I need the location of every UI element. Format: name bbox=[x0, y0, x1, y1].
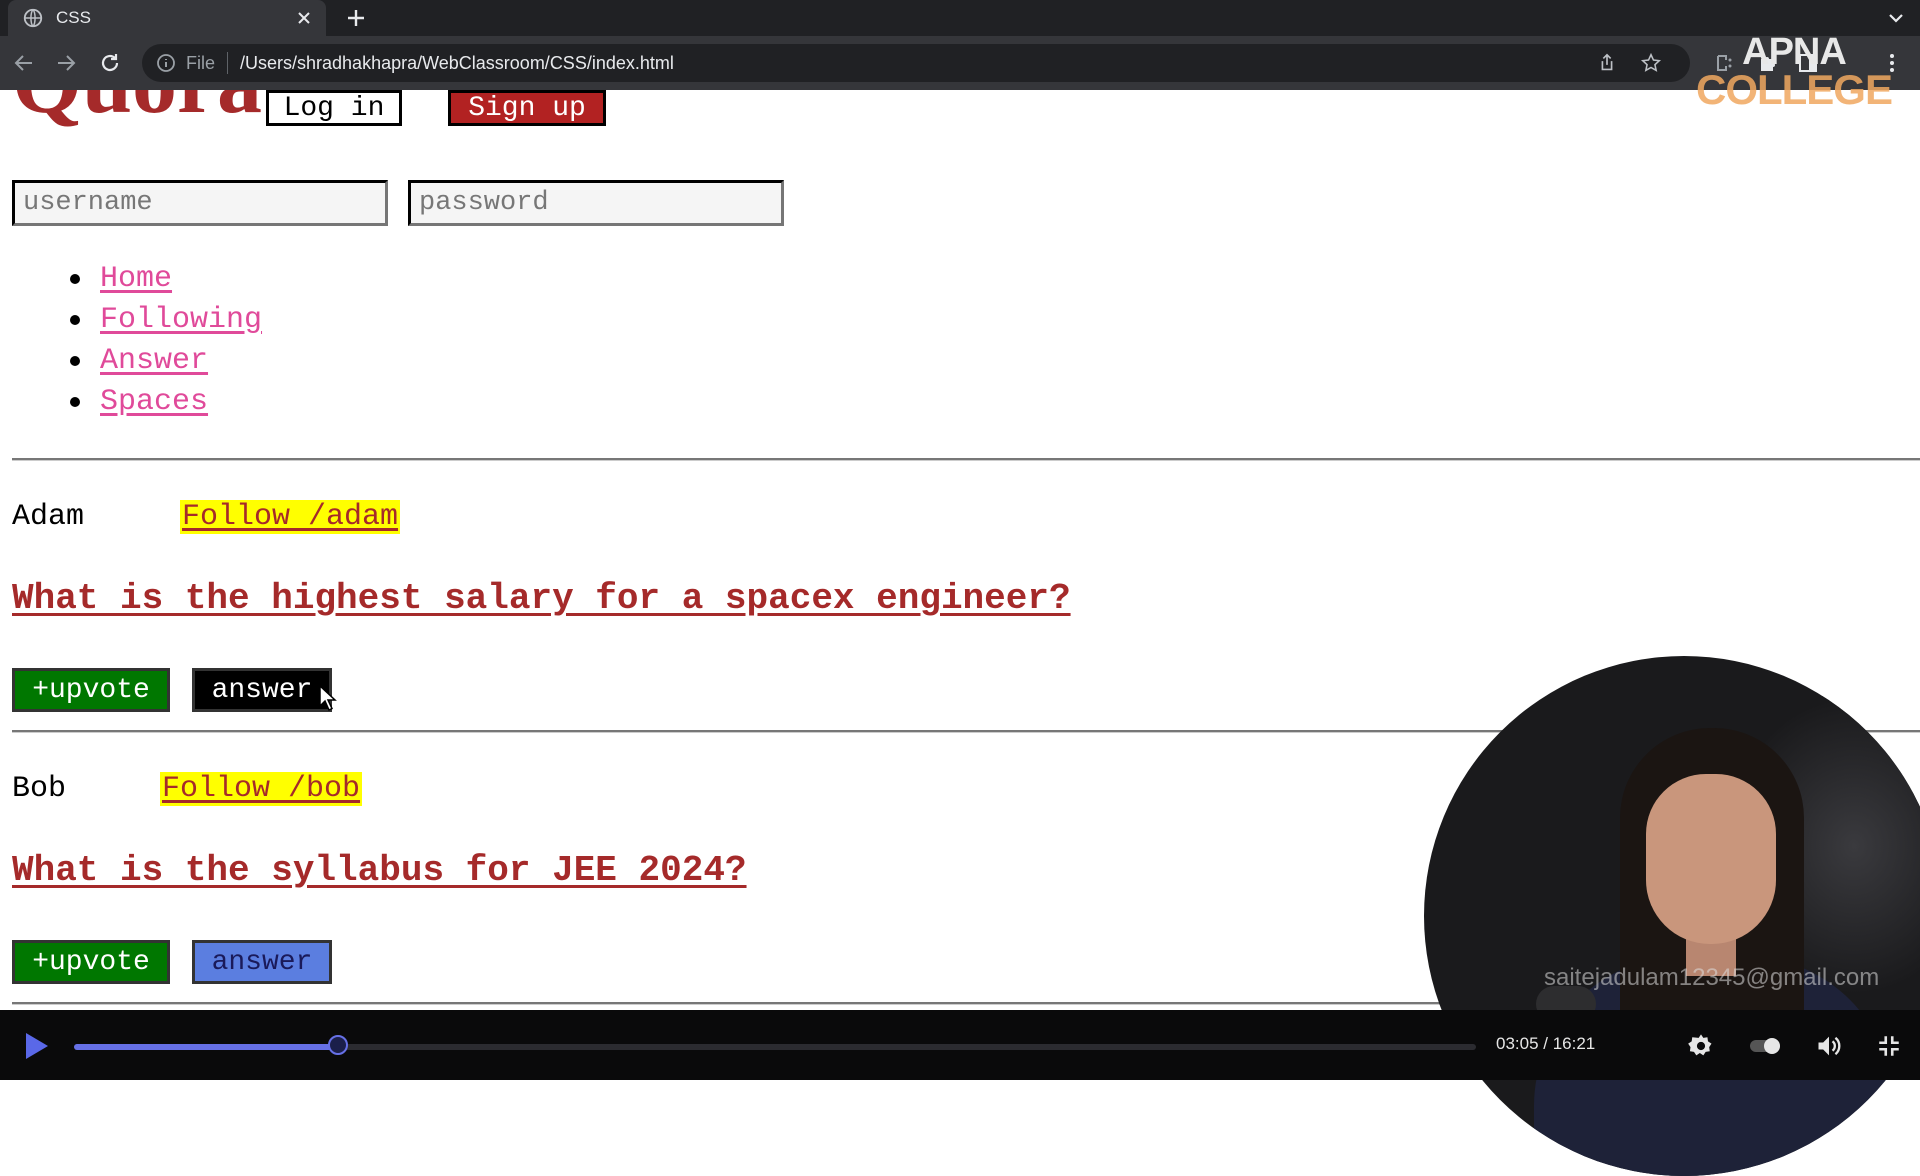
progress-fill bbox=[74, 1044, 339, 1050]
list-bullet bbox=[70, 314, 80, 325]
exit-fullscreen-icon[interactable] bbox=[1876, 1032, 1902, 1060]
play-icon[interactable] bbox=[20, 1030, 52, 1062]
question-link[interactable]: What is the syllabus for JEE 2024? bbox=[12, 850, 747, 891]
close-icon[interactable] bbox=[294, 8, 314, 28]
upvote-button[interactable]: +upvote bbox=[12, 940, 170, 984]
video-controls: 03:05 / 16:21 bbox=[0, 1010, 1920, 1080]
nav-item-answer: Answer bbox=[70, 340, 262, 381]
tab-title: CSS bbox=[56, 8, 91, 27]
time-display: 03:05 / 16:21 bbox=[1496, 1034, 1596, 1053]
info-icon[interactable] bbox=[156, 53, 176, 73]
answer-button[interactable]: answer bbox=[192, 940, 332, 984]
chevron-down-icon[interactable] bbox=[1886, 8, 1906, 28]
nav-link-following[interactable]: Following bbox=[100, 303, 262, 337]
nav-item-spaces: Spaces bbox=[70, 381, 262, 422]
star-icon[interactable] bbox=[1640, 52, 1662, 74]
share-icon[interactable] bbox=[1596, 52, 1618, 74]
quora-logo: Quora bbox=[12, 90, 262, 128]
login-button[interactable]: Log in bbox=[266, 90, 402, 126]
plus-icon[interactable] bbox=[344, 6, 368, 30]
email-watermark: saitejadulam12345@gmail.com bbox=[1544, 964, 1880, 991]
mouse-cursor-icon bbox=[319, 684, 337, 712]
divider bbox=[12, 458, 1920, 461]
volume-icon[interactable] bbox=[1814, 1032, 1844, 1060]
browser-tab-bar: CSS bbox=[0, 0, 1920, 36]
username-input[interactable] bbox=[12, 180, 388, 226]
presenter-webcam bbox=[1424, 656, 1920, 1176]
address-bar[interactable]: File /Users/shradhakhapra/WebClassroom/C… bbox=[142, 44, 1690, 82]
presenter-face bbox=[1646, 774, 1776, 944]
tab-css[interactable]: CSS bbox=[8, 0, 326, 36]
globe-icon bbox=[23, 8, 43, 28]
gear-icon[interactable] bbox=[1686, 1032, 1716, 1060]
signup-button[interactable]: Sign up bbox=[448, 90, 606, 126]
address-url[interactable]: /Users/shradhakhapra/WebClassroom/CSS/in… bbox=[240, 53, 674, 74]
upvote-button[interactable]: +upvote bbox=[12, 668, 170, 712]
address-scheme: File bbox=[186, 52, 216, 73]
nav-link-home[interactable]: Home bbox=[100, 262, 172, 296]
nav-list: Home Following Answer Spaces bbox=[70, 258, 262, 422]
post-author: Bob bbox=[12, 772, 67, 806]
list-bullet bbox=[70, 396, 80, 407]
nav-item-following: Following bbox=[70, 299, 262, 340]
progress-bar[interactable] bbox=[74, 1035, 1476, 1055]
toggle-icon[interactable] bbox=[1748, 1032, 1782, 1060]
nav-link-answer[interactable]: Answer bbox=[100, 344, 208, 378]
browser-toolbar: File /Users/shradhakhapra/WebClassroom/C… bbox=[0, 36, 1920, 90]
answer-button[interactable]: answer bbox=[192, 668, 332, 712]
list-bullet bbox=[70, 273, 80, 284]
progress-handle[interactable] bbox=[328, 1035, 349, 1055]
forward-arrow-icon[interactable] bbox=[54, 51, 78, 75]
question-link[interactable]: What is the highest salary for a spacex … bbox=[12, 578, 1071, 619]
nav-link-spaces[interactable]: Spaces bbox=[100, 385, 208, 419]
reload-icon[interactable] bbox=[98, 51, 122, 75]
follow-link-adam[interactable]: Follow /adam bbox=[180, 500, 401, 534]
back-arrow-icon[interactable] bbox=[12, 51, 36, 75]
follow-link-bob[interactable]: Follow /bob bbox=[160, 772, 363, 806]
logo-line-1: APNA bbox=[1742, 31, 1847, 73]
address-divider bbox=[227, 52, 229, 74]
list-bullet bbox=[70, 355, 80, 366]
post-author: Adam bbox=[12, 500, 85, 534]
password-input[interactable] bbox=[408, 180, 784, 226]
nav-item-home: Home bbox=[70, 258, 262, 299]
